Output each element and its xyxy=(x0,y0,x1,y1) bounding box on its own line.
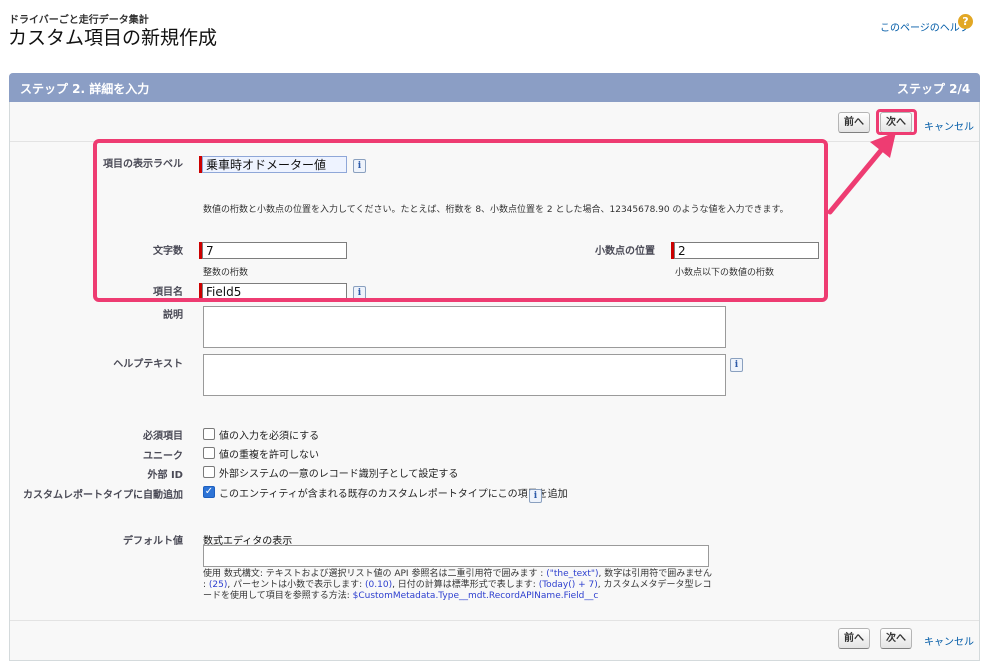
cancel-link-bottom[interactable]: キャンセル xyxy=(924,633,974,648)
next-button-top[interactable]: 次へ xyxy=(880,112,912,133)
info-icon[interactable]: i xyxy=(529,489,542,503)
decimal-note: 小数点以下の数値の桁数 xyxy=(675,268,775,278)
report-type-checkbox[interactable]: ✓ xyxy=(203,486,215,498)
prev-button-bottom[interactable]: 前へ xyxy=(838,628,870,649)
info-icon[interactable]: i xyxy=(353,286,366,300)
description-label: 説明 xyxy=(163,310,183,321)
info-icon[interactable]: i xyxy=(353,159,366,173)
external-id-label: 外部 ID xyxy=(147,470,183,481)
length-note: 整数の桁数 xyxy=(203,268,249,278)
external-id-checkbox[interactable] xyxy=(203,466,215,478)
divider xyxy=(10,141,979,142)
digits-instruction: 数値の桁数と小数点の位置を入力してください。たとえば、桁数を 8、小数点位置を … xyxy=(203,205,789,215)
next-button-bottom[interactable]: 次へ xyxy=(880,628,912,649)
api-name-input[interactable] xyxy=(202,283,347,300)
length-input[interactable] xyxy=(202,242,347,259)
step-title: ステップ 2. 詳細を入力 xyxy=(20,82,150,96)
step-counter: ステップ 2/4 xyxy=(897,82,971,96)
panel-header xyxy=(9,73,980,102)
divider xyxy=(10,620,979,621)
decimal-label: 小数点の位置 xyxy=(595,246,655,257)
help-text-textarea[interactable] xyxy=(203,354,726,396)
page-title: カスタム項目の新規作成 xyxy=(8,27,218,49)
required-label: 必須項目 xyxy=(143,431,183,442)
unique-label: ユニーク xyxy=(143,451,183,462)
default-value-textarea[interactable] xyxy=(203,545,709,567)
api-name-label: 項目名 xyxy=(153,287,183,298)
prev-button-top[interactable]: 前へ xyxy=(838,112,870,133)
cancel-link-top[interactable]: キャンセル xyxy=(924,118,974,133)
length-label: 文字数 xyxy=(153,246,183,257)
help-text-label: ヘルプテキスト xyxy=(113,359,183,370)
required-checkbox-label: 値の入力を必須にする xyxy=(219,431,320,442)
decimal-input[interactable] xyxy=(674,242,819,259)
info-icon[interactable]: i xyxy=(730,358,743,372)
help-link[interactable]: このページのヘルプ xyxy=(880,19,970,34)
unique-checkbox[interactable] xyxy=(203,447,215,459)
field-label-input[interactable] xyxy=(202,156,347,173)
help-icon[interactable]: ? xyxy=(958,14,973,29)
default-value-label: デフォルト値 xyxy=(123,536,183,547)
required-checkbox[interactable] xyxy=(203,428,215,440)
external-id-checkbox-label: 外部システムの一意のレコード識別子として設定する xyxy=(219,469,459,480)
report-type-checkbox-label: このエンティティが含まれる既存のカスタムレポートタイプにこの項目を追加 xyxy=(219,489,568,500)
description-textarea[interactable] xyxy=(203,306,726,348)
unique-checkbox-label: 値の重複を許可しない xyxy=(219,450,319,461)
report-type-label: カスタムレポートタイプに自動追加 xyxy=(23,490,183,501)
field-label-label: 項目の表示ラベル xyxy=(103,159,183,170)
formula-syntax-hint: 使用 数式構文: テキストおよび選択リスト値の API 参照名は二重引用符で囲み… xyxy=(203,569,712,601)
